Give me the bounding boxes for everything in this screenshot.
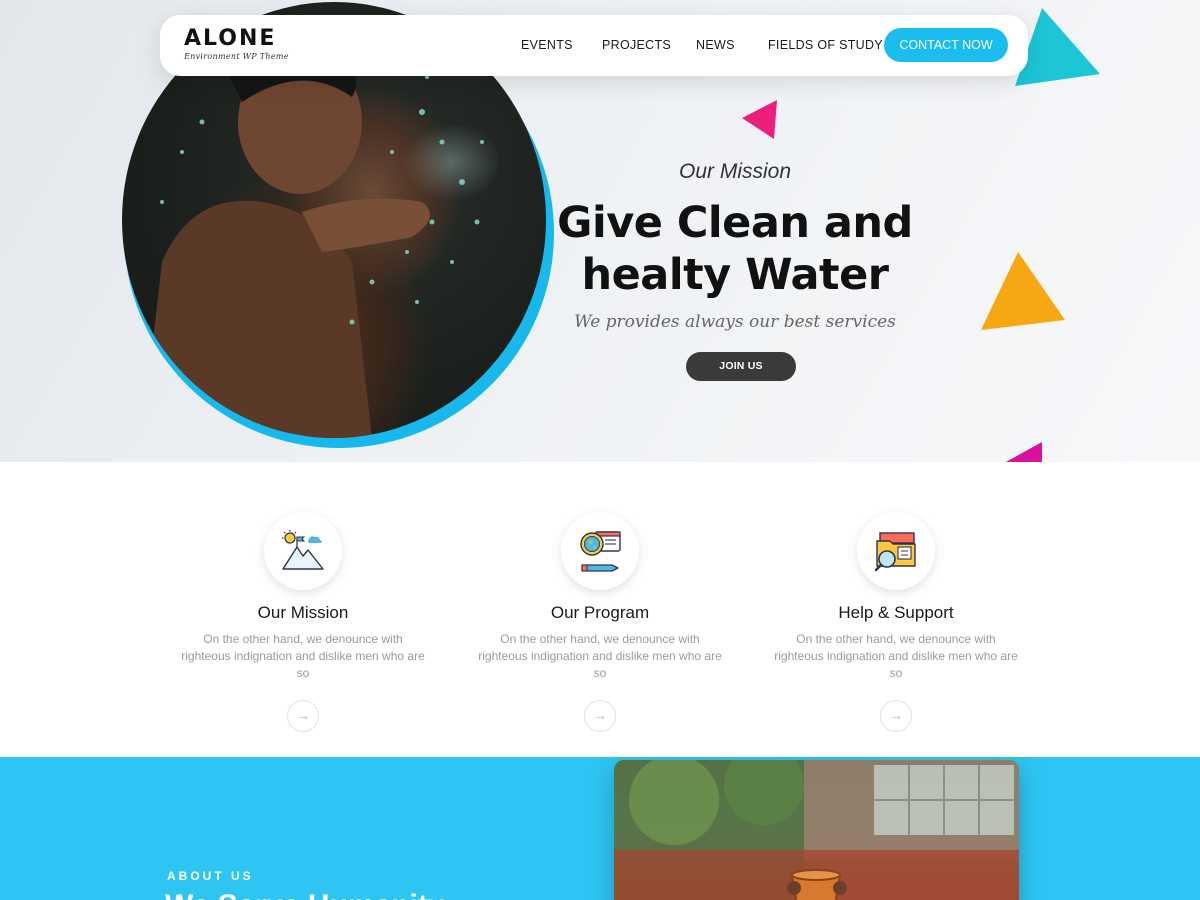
mountain-flag-icon <box>282 530 324 570</box>
triangle-decoration-orange <box>981 252 1065 330</box>
feature-title: Help & Support <box>838 603 954 622</box>
nav-item-fields-of-study[interactable]: FIELDS OF STUDY <box>768 38 883 52</box>
feature-card-our-mission: Our Mission On the other hand, we denoun… <box>173 512 433 732</box>
logo-title: ALONE <box>184 26 277 51</box>
about-photo-child-carrying-bucket <box>614 760 1019 900</box>
feature-card-help-support: Help & Support On the other hand, we den… <box>766 512 1026 732</box>
feature-icon-circle <box>857 512 935 590</box>
arrow-right-button[interactable]: → <box>287 700 319 732</box>
feature-title: Our Mission <box>257 603 349 622</box>
arrow-right-button[interactable]: → <box>880 700 912 732</box>
top-navbar: ALONE Environment WP Theme EVENTS PROJEC… <box>160 15 1028 76</box>
feature-icon-circle <box>264 512 342 590</box>
arrow-right-button[interactable]: → <box>584 700 616 732</box>
logo-tagline: Environment WP Theme <box>184 52 289 61</box>
hero-title-line-2: healty Water <box>581 250 889 300</box>
hero-section: ALONE Environment WP Theme EVENTS PROJEC… <box>0 0 1200 462</box>
arrow-right-icon: → <box>889 707 903 723</box>
join-us-button[interactable]: JOIN US <box>686 352 796 381</box>
nav-item-projects[interactable]: PROJECTS <box>602 38 671 52</box>
feature-card-our-program: Our Program On the other hand, we denoun… <box>470 512 730 732</box>
feature-description: On the other hand, we denounce with righ… <box>478 632 722 680</box>
folder-search-icon <box>874 532 916 572</box>
hero-title: Give Clean and healty Water <box>530 197 940 301</box>
feature-description: On the other hand, we denounce with righ… <box>181 632 425 680</box>
about-kicker: ABOUT US <box>167 869 254 883</box>
contact-now-button[interactable]: CONTACT NOW <box>884 28 1008 62</box>
feature-description: On the other hand, we denounce with righ… <box>774 632 1018 680</box>
feature-icon-circle <box>561 512 639 590</box>
triangle-decoration-magenta <box>1005 442 1042 462</box>
about-heading: We Serve Humanity <box>165 889 445 900</box>
nav-item-events[interactable]: EVENTS <box>521 38 573 52</box>
hero-title-line-1: Give Clean and <box>557 198 913 248</box>
arrow-right-icon: → <box>296 707 310 723</box>
globe-chat-icon <box>580 531 621 572</box>
feature-title: Our Program <box>550 603 650 622</box>
arrow-right-icon: → <box>593 707 607 723</box>
about-section: ABOUT US We Serve Humanity <box>0 757 1200 900</box>
nav-item-news[interactable]: NEWS <box>696 38 735 52</box>
site-logo[interactable]: ALONE Environment WP Theme <box>184 26 289 62</box>
hero-subtitle: We provides always our best services <box>574 312 896 332</box>
hero-kicker: Our Mission <box>678 160 792 183</box>
triangle-decoration-pink <box>742 100 777 139</box>
